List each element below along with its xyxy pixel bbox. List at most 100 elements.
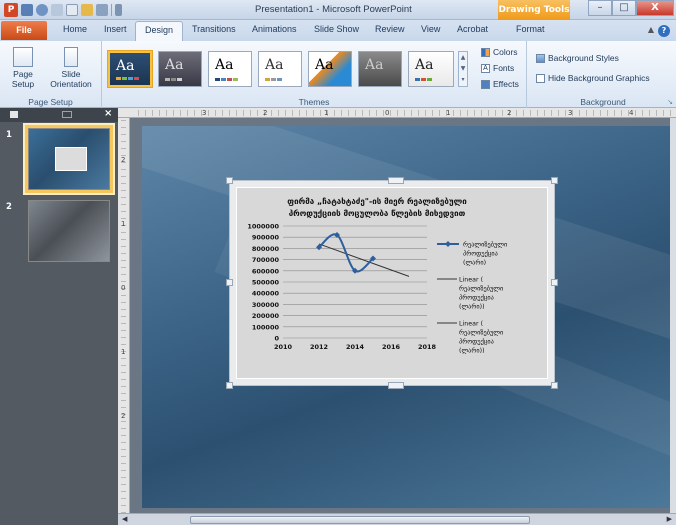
y-tick-label: 100000 — [252, 323, 280, 331]
colors-icon — [481, 47, 490, 57]
tab-insert[interactable]: Insert — [104, 24, 127, 34]
chart-title-line2: პროდუქციის მოცულობა წლების მიხედვით — [289, 208, 466, 218]
scroll-right-icon[interactable]: ▶ — [667, 515, 672, 523]
tab-file[interactable]: File — [1, 21, 47, 40]
tab-slide-show[interactable]: Slide Show — [314, 24, 359, 34]
h-ruler-tick: 0 — [385, 109, 390, 117]
series-line — [318, 233, 374, 273]
y-tick-label: 400000 — [252, 290, 280, 298]
tab-acrobat[interactable]: Acrobat — [457, 24, 488, 34]
resize-handle-se[interactable] — [551, 382, 558, 389]
resize-handle-w[interactable] — [226, 279, 233, 286]
quick-access-toolbar: P — [4, 3, 122, 17]
slides-tab-icon[interactable] — [10, 111, 18, 118]
powerpoint-app-icon[interactable]: P — [4, 3, 18, 17]
theme-thumb-5[interactable]: Aa — [308, 51, 352, 87]
close-pane-icon[interactable]: × — [104, 108, 112, 119]
maximize-button[interactable]: □ — [612, 0, 636, 16]
effects-button[interactable]: Effects — [481, 79, 519, 89]
resize-handle-ne[interactable] — [551, 177, 558, 184]
print-preview-icon[interactable] — [96, 4, 108, 16]
tab-view[interactable]: View — [421, 24, 440, 34]
slide-orientation-button[interactable]: Slide Orientation — [44, 47, 98, 89]
h-ruler-tick: 1 — [446, 109, 451, 117]
theme-thumb-2-text: Aa — [165, 57, 184, 73]
effects-label: Effects — [493, 79, 519, 89]
theme-options: Colors A Fonts Effects — [477, 41, 529, 108]
background-dialog-launcher-icon[interactable]: ↘ — [667, 98, 673, 106]
outline-tab-icon[interactable] — [62, 111, 72, 118]
legend-series-marker — [437, 241, 459, 247]
minimize-ribbon-icon[interactable]: ▲ — [648, 25, 654, 34]
slide-thumbnail-2[interactable] — [28, 200, 110, 262]
tab-animations[interactable]: Animations — [252, 24, 297, 34]
current-slide[interactable]: ფირმა „ჩატახტაძე"-ის მიერ რეალიზებული პრ… — [142, 126, 670, 508]
open-folder-icon[interactable] — [81, 4, 93, 16]
chart-area[interactable]: ფირმა „ჩატახტაძე"-ის მიერ რეალიზებული პრ… — [236, 187, 548, 379]
horizontal-scroll-thumb[interactable] — [190, 516, 530, 524]
scroll-left-icon[interactable]: ◀ — [122, 515, 127, 523]
background-group: Background Styles Hide Background Graphi… — [530, 41, 676, 108]
theme-thumb-1[interactable]: Aa — [108, 51, 152, 87]
theme-thumb-1-text: Aa — [116, 58, 135, 74]
theme-thumb-6[interactable]: Aa — [358, 51, 402, 87]
resize-handle-s[interactable] — [388, 382, 404, 389]
y-tick-label: 1000000 — [247, 223, 279, 231]
vertical-scrollbar[interactable] — [670, 118, 676, 513]
resize-handle-nw[interactable] — [226, 177, 233, 184]
v-ruler-tick: 0 — [121, 284, 126, 292]
slide-number-1: 1 — [6, 130, 12, 140]
theme-thumb-2[interactable]: Aa — [158, 51, 202, 87]
tab-design[interactable]: Design — [135, 21, 184, 41]
customize-qat-icon[interactable] — [115, 4, 122, 16]
tab-format[interactable]: Format — [516, 24, 545, 34]
x-tick-label: 2010 — [274, 343, 293, 351]
slide-thumbnail-1[interactable] — [25, 125, 113, 193]
fonts-label: Fonts — [493, 63, 515, 73]
title-bar: P Presentation1 - Microsoft PowerPoint D… — [0, 0, 676, 20]
page-setup-button[interactable]: Page Setup — [6, 47, 40, 89]
help-icon[interactable]: ? — [658, 25, 670, 37]
theme-thumb-7[interactable]: Aa — [408, 51, 454, 87]
resize-handle-n[interactable] — [388, 177, 404, 184]
save-icon[interactable] — [21, 4, 33, 16]
resize-handle-sw[interactable] — [226, 382, 233, 389]
new-slide-icon[interactable] — [66, 4, 78, 16]
h-ruler-tick: 3 — [568, 109, 573, 117]
h-ruler-tick: 4 — [629, 109, 634, 117]
x-tick-label: 2016 — [382, 343, 401, 351]
hide-background-graphics-checkbox[interactable]: Hide Background Graphics — [536, 73, 650, 83]
page-setup-label: Page Setup — [11, 69, 35, 89]
horizontal-scrollbar[interactable]: ◀ ▶ — [118, 513, 676, 525]
legend-entry: Linear (რეალიზებული პროდუქცია (ლარი)) — [459, 321, 503, 355]
background-styles-label: Background Styles — [548, 53, 619, 63]
x-tick-label: 2012 — [310, 343, 328, 351]
hide-graphics-checkbox-box[interactable] — [536, 73, 545, 83]
theme-thumb-3[interactable]: Aa — [208, 51, 252, 87]
tab-review[interactable]: Review — [375, 24, 405, 34]
y-tick-label: 800000 — [252, 245, 280, 253]
y-tick-label: 500000 — [252, 279, 280, 287]
chart-object[interactable]: ფირმა „ჩატახტაძე"-ის მიერ რეალიზებული პრ… — [226, 177, 558, 389]
fonts-button[interactable]: A Fonts — [481, 63, 514, 73]
h-ruler-tick: 2 — [507, 109, 512, 117]
undo-icon[interactable] — [36, 4, 48, 16]
tab-home[interactable]: Home — [63, 24, 87, 34]
theme-thumb-4[interactable]: Aa — [258, 51, 302, 87]
legend-entry: რეალიზებული პროდუქცია (ლარი) — [463, 240, 507, 267]
minimize-button[interactable]: – — [588, 0, 612, 16]
legend-entry: Linear (რეალიზებული პროდუქცია (ლარი)) — [459, 277, 503, 311]
resize-handle-e[interactable] — [551, 279, 558, 286]
y-tick-label: 0 — [274, 335, 279, 343]
background-styles-button[interactable]: Background Styles — [536, 53, 619, 63]
themes-gallery-scroll[interactable]: ▲ ▼ ▾ — [458, 51, 468, 87]
background-styles-icon — [536, 53, 545, 63]
slide-thumbnail-1-chart — [55, 147, 87, 171]
close-button[interactable]: X — [636, 0, 674, 16]
tab-transitions[interactable]: Transitions — [192, 24, 236, 34]
colors-button[interactable]: Colors — [481, 47, 518, 57]
redo-icon[interactable] — [51, 4, 63, 16]
h-ruler-tick: 2 — [263, 109, 268, 117]
slide-orientation-icon — [64, 47, 78, 67]
v-ruler-tick: 1 — [121, 220, 126, 228]
